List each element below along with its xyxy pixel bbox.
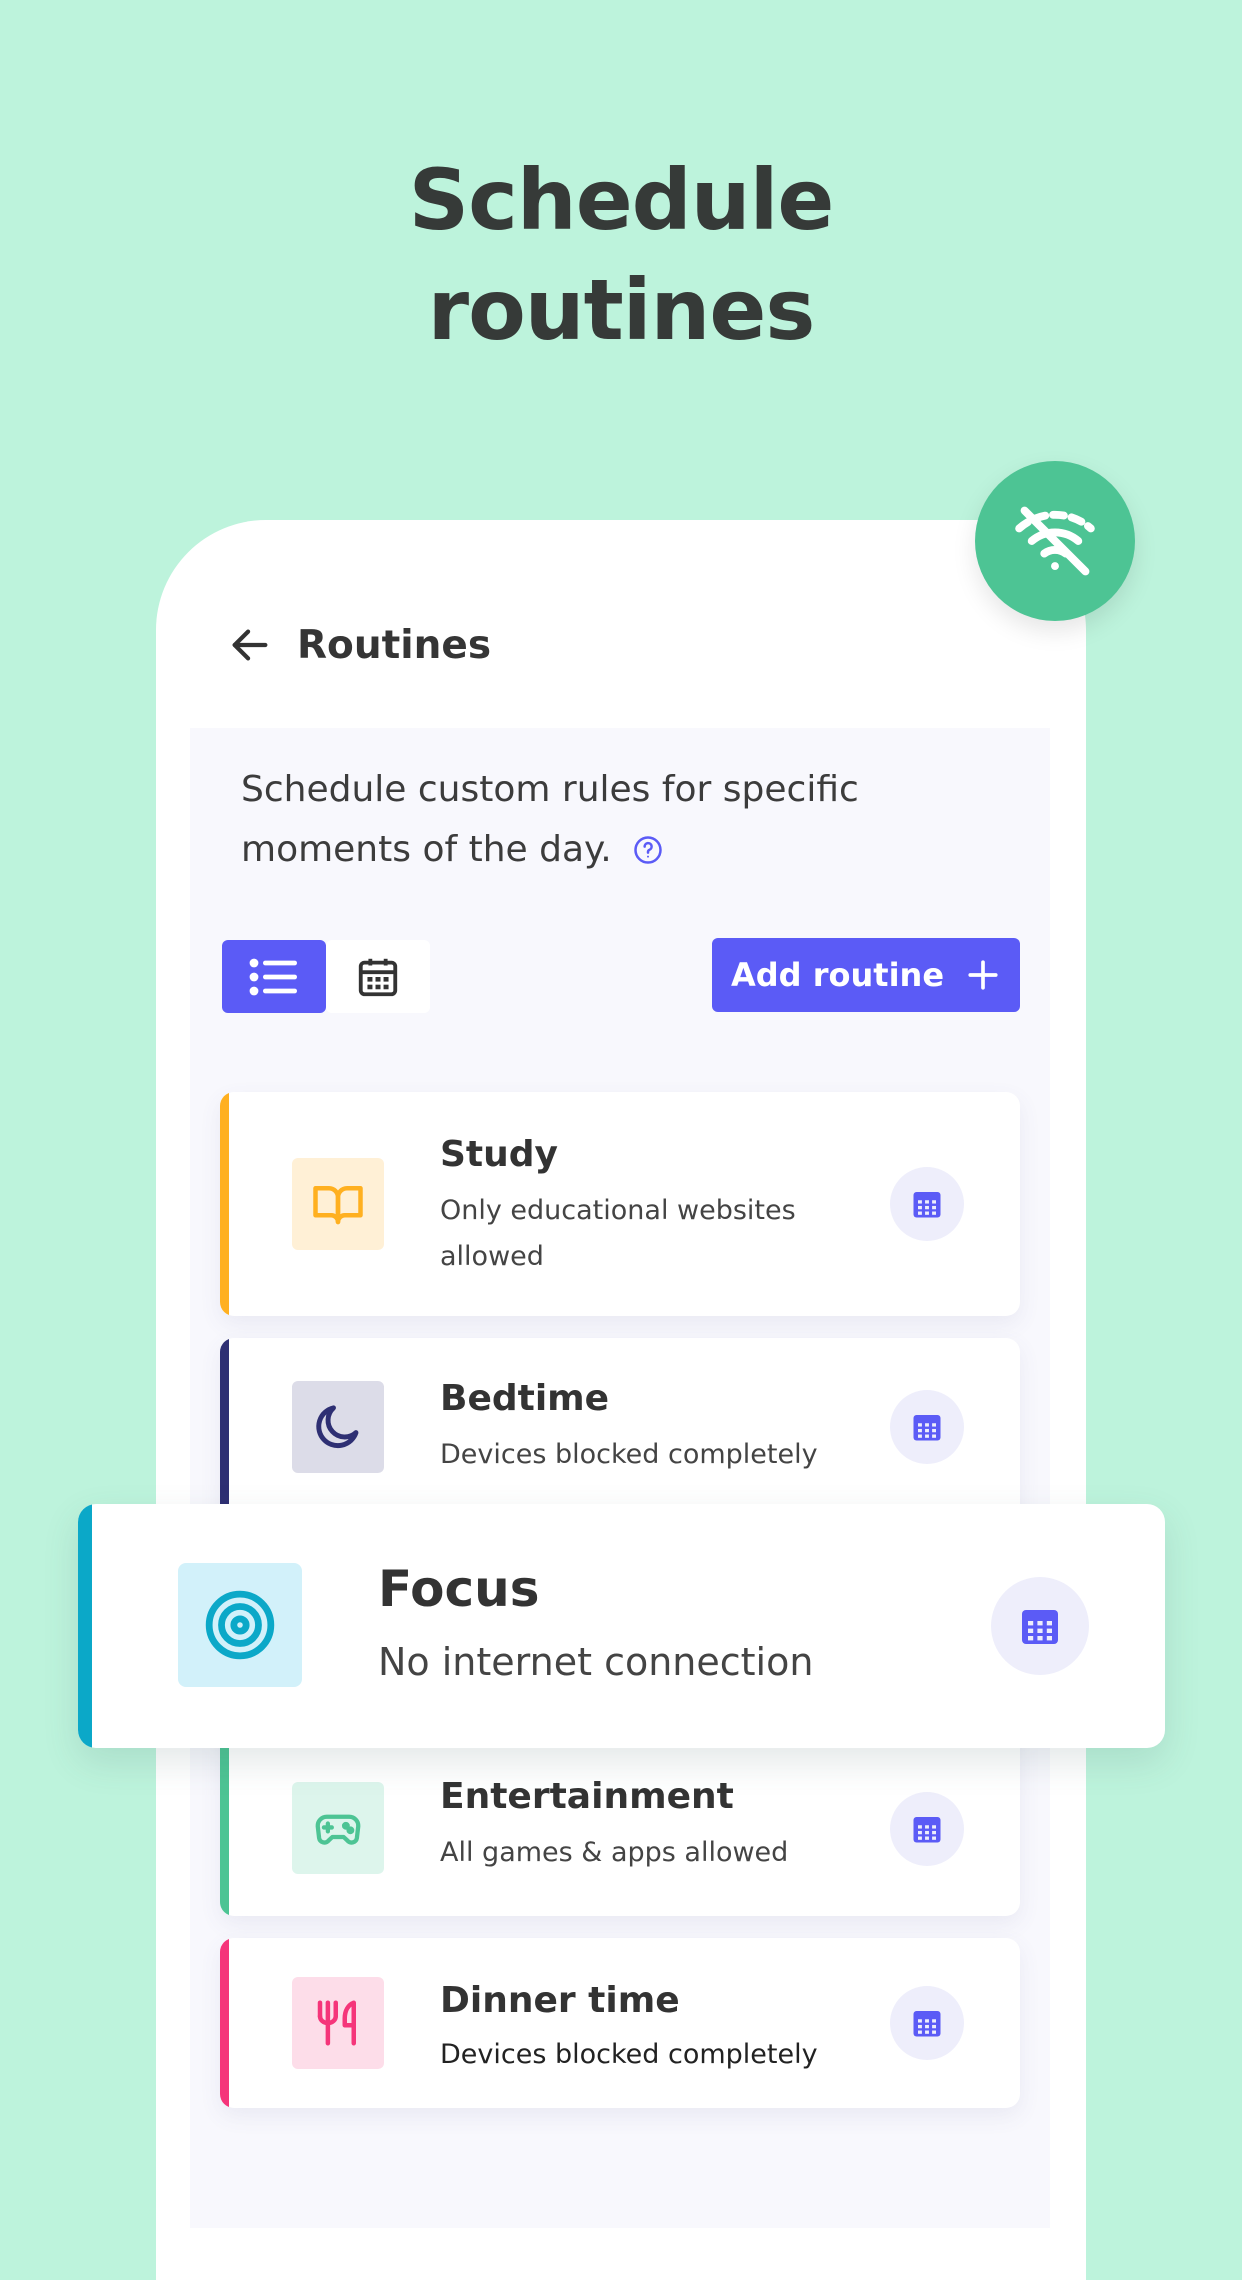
headline-line-2: routines: [427, 261, 816, 359]
routine-card-focus[interactable]: Focus No internet connection: [78, 1504, 1165, 1748]
calendar-icon: [358, 958, 398, 996]
target-icon: [205, 1590, 275, 1660]
schedule-button[interactable]: [890, 1167, 964, 1241]
schedule-button[interactable]: [890, 1390, 964, 1464]
description-text: Schedule custom rules for specific momen…: [241, 769, 859, 870]
top-bar: Routines: [225, 615, 491, 675]
routine-icon-box: [292, 1158, 384, 1250]
calendar-icon: [913, 2011, 941, 2037]
calendar-view-button[interactable]: [326, 940, 430, 1013]
description: Schedule custom rules for specific momen…: [241, 760, 961, 884]
card-accent: [220, 1938, 229, 2108]
list-view-button[interactable]: [222, 940, 326, 1013]
calendar-icon: [913, 1192, 941, 1218]
schedule-button[interactable]: [890, 1986, 964, 2060]
plus-icon: [968, 960, 998, 990]
routine-title: Focus: [378, 1560, 540, 1618]
routine-title: Bedtime: [440, 1378, 610, 1419]
wifi-off-icon: [1015, 506, 1095, 576]
headline: Schedule routines: [0, 145, 1242, 365]
routine-icon-box: [292, 1381, 384, 1473]
schedule-button[interactable]: [991, 1577, 1089, 1675]
routine-icon-box: [292, 1782, 384, 1874]
add-routine-button[interactable]: Add routine: [712, 938, 1020, 1012]
routine-icon-box: [178, 1563, 302, 1687]
card-accent: [78, 1504, 92, 1748]
routine-subtitle: All games & apps allowed: [440, 1837, 789, 1868]
routine-subtitle: Only educational websites allowed: [440, 1195, 796, 1272]
view-toggle: [222, 940, 430, 1013]
routine-card-dinner-time[interactable]: Dinner time Devices blocked completely: [220, 1938, 1020, 2108]
headline-line-1: Schedule: [408, 151, 835, 249]
question-circle-icon[interactable]: [633, 824, 663, 884]
routine-title: Study: [440, 1134, 559, 1175]
gamepad-icon: [315, 1814, 361, 1845]
routine-subtitle: Devices blocked completely: [440, 2039, 818, 2070]
routine-card-study[interactable]: Study Only educational websites allowed: [220, 1092, 1020, 1316]
card-accent: [220, 1092, 229, 1316]
back-button[interactable]: [225, 620, 275, 670]
add-routine-label: Add routine: [731, 956, 945, 994]
wifi-off-badge: [975, 461, 1135, 621]
routine-subtitle: Devices blocked completely: [440, 1439, 818, 1470]
calendar-icon: [1022, 1610, 1058, 1644]
routine-subtitle: No internet connection: [378, 1640, 814, 1684]
utensils-icon: [317, 2000, 356, 2046]
calendar-icon: [913, 1817, 941, 1843]
calendar-icon: [913, 1415, 941, 1441]
book-icon: [313, 1186, 363, 1225]
moon-icon: [316, 1405, 359, 1449]
arrow-left-icon: [232, 629, 268, 661]
routine-title: Entertainment: [440, 1776, 734, 1817]
routine-icon-box: [292, 1977, 384, 2069]
list-icon: [249, 958, 297, 995]
screen-title: Routines: [297, 622, 492, 668]
schedule-button[interactable]: [890, 1792, 964, 1866]
routine-title: Dinner time: [440, 1980, 680, 2021]
